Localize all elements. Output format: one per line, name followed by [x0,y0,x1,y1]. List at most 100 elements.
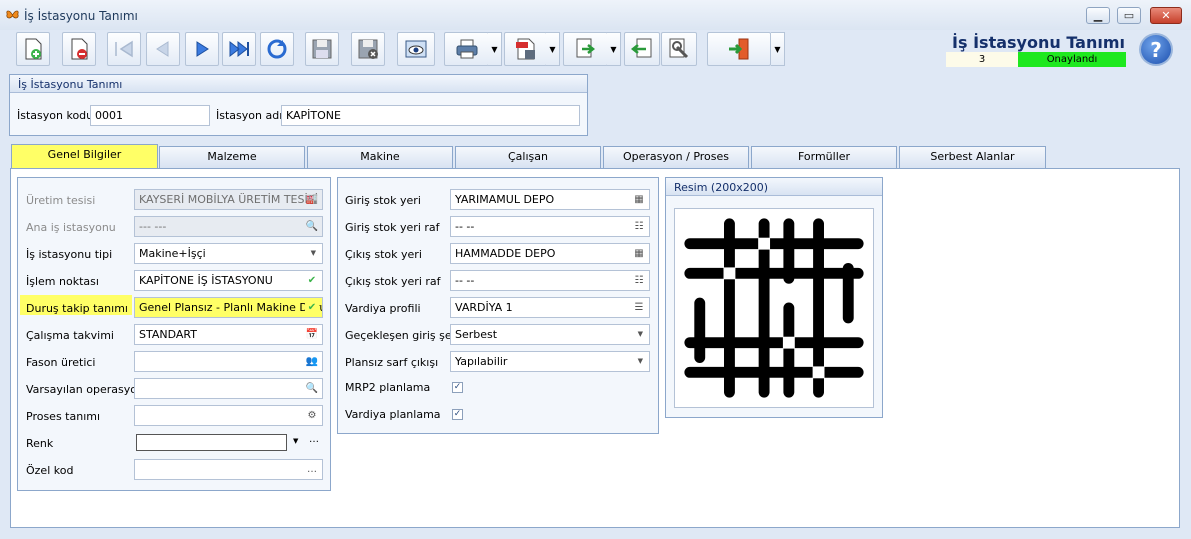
import-button[interactable] [624,32,660,66]
downtime-tracking-label: Duruş takip tanımı [26,302,128,315]
preview-icon [405,40,427,58]
special-code-label: Özel kod [26,464,74,477]
tab-genel-bilgiler[interactable]: Genel Bilgiler [11,144,158,169]
calendar-icon[interactable]: 📅 [305,328,319,341]
process-point-input[interactable]: KAPİTONE İŞ İSTASYONU ✔ [134,270,323,291]
refresh-button[interactable] [260,32,294,66]
preview-button[interactable] [397,32,435,66]
close-icon: ✕ [1161,9,1171,22]
save-icon [312,39,332,59]
input-stock-input[interactable]: YARIMAMUL DEPO ▦ [450,189,650,210]
tree-icon[interactable]: ☷ [632,220,646,233]
input-stock-value: YARIMAMUL DEPO [455,193,555,206]
maximize-button[interactable]: ▭ [1117,7,1141,24]
next-record-button[interactable] [185,32,219,66]
tab-formuller[interactable]: Formüller [751,146,897,168]
shift-profile-input[interactable]: VARDİYA 1 ☰ [450,297,650,318]
mrp2-planning-checkbox[interactable]: ✓ [452,382,463,393]
unplanned-consumption-value: Yapılabilir [455,355,508,368]
lookup-icon: 🔍 [305,221,319,232]
exit-dropdown[interactable]: ▼ [771,32,785,66]
window-title: İş İstasyonu Tanımı [24,9,138,23]
check-icon[interactable]: ✔ [305,274,319,287]
color-swatch[interactable] [136,434,287,451]
print-icon [456,39,477,59]
first-record-button[interactable] [107,32,141,66]
tab-makine[interactable]: Makine [307,146,453,168]
station-code-label: İstasyon kodu [17,109,94,122]
export-dropdown[interactable]: ▼ [607,32,621,66]
shift-planning-label: Vardiya planlama [345,408,441,421]
realized-input-select[interactable]: Serbest ▼ [450,324,650,345]
station-image[interactable] [674,208,874,408]
warehouse-icon[interactable]: ▦ [632,193,646,206]
station-type-label: İş istasyonu tipi [26,248,113,261]
default-operation-label: Varsayılan operasyon [26,383,144,396]
chevron-down-icon[interactable]: ▼ [293,437,298,445]
station-type-value: Makine+İşçi [139,247,206,260]
tab-serbest-alanlar[interactable]: Serbest Alanlar [899,146,1046,168]
chevron-down-icon: ▼ [637,357,643,365]
output-shelf-input[interactable]: -- -- ☷ [450,270,650,291]
default-operation-input[interactable]: 🔍 [134,378,323,399]
shift-profile-label: Vardiya profili [345,302,421,315]
exit-button[interactable] [707,32,771,66]
process-definition-input[interactable]: ⚙ [134,405,323,426]
process-lookup-icon[interactable]: ⚙ [305,409,319,422]
realized-input-value: Serbest [455,328,498,341]
new-button[interactable] [16,32,50,66]
list-icon[interactable]: ☰ [632,301,646,314]
station-code-input[interactable]: 0001 [90,105,210,126]
new-document-icon [25,38,42,60]
save-button[interactable] [305,32,339,66]
help-button[interactable]: ? [1139,33,1173,66]
unplanned-consumption-label: Plansız sarf çıkışı [345,356,439,369]
realized-input-label: Geçekleşen giriş şekli [345,329,465,342]
last-record-button[interactable] [222,32,256,66]
main-station-value: --- --- [139,220,167,233]
tab-operasyon-proses[interactable]: Operasyon / Proses [603,146,749,168]
input-shelf-input[interactable]: -- -- ☷ [450,216,650,237]
print-button[interactable] [444,32,489,66]
print-dropdown[interactable]: ▼ [488,32,502,66]
special-code-input[interactable]: … [134,459,323,480]
previous-record-button[interactable] [146,32,180,66]
tree-icon[interactable]: ☷ [632,274,646,287]
save-close-button[interactable] [351,32,385,66]
check-icon[interactable]: ✔ [305,301,319,314]
minimize-icon: ▁ [1093,9,1103,22]
lookup-icon[interactable]: 🔍 [305,382,319,395]
export-button[interactable] [563,32,608,66]
delete-button[interactable] [62,32,96,66]
output-stock-input[interactable]: HAMMADDE DEPO ▦ [450,243,650,264]
station-name-label: İstasyon adı [216,109,283,122]
minimize-button[interactable]: ▁ [1086,7,1110,24]
settings-icon [669,38,689,59]
tab-calisan[interactable]: Çalışan [455,146,601,168]
output-stock-value: HAMMADDE DEPO [455,247,556,260]
users-icon[interactable]: 👥 [305,355,319,368]
shift-planning-checkbox[interactable]: ✓ [452,409,463,420]
input-shelf-label: Giriş stok yeri raf [345,221,440,234]
station-type-select[interactable]: Makine+İşçi ▼ [134,243,323,264]
work-calendar-label: Çalışma takvimi [26,329,114,342]
work-calendar-input[interactable]: STANDART 📅 [134,324,323,345]
pdf-export-button[interactable] [504,32,547,66]
settings-button[interactable] [661,32,697,66]
warehouse-icon[interactable]: ▦ [632,247,646,260]
production-facility-input: KAYSERİ MOBİLYA ÜRETİM TESİSİ 🏭 [134,189,323,210]
station-name-input[interactable]: KAPİTONE [281,105,580,126]
previous-record-icon [156,41,169,57]
close-button[interactable]: ✕ [1150,7,1182,24]
downtime-tracking-input[interactable]: Genel Plansız - Planlı Makine Duruş ✔ [134,297,323,318]
pdf-dropdown[interactable]: ▼ [546,32,560,66]
header-title: İş İstasyonu Tanımı [952,33,1125,52]
subcontractor-input[interactable]: 👥 [134,351,323,372]
main-station-label: Ana iş istasyonu [26,221,116,234]
image-panel: Resim (200x200) [665,177,883,418]
tab-malzeme[interactable]: Malzeme [159,146,305,168]
ellipsis-icon[interactable]: … [309,434,319,445]
ellipsis-icon[interactable]: … [305,463,319,476]
unplanned-consumption-select[interactable]: Yapılabilir ▼ [450,351,650,372]
color-picker[interactable]: ▼ … [134,432,323,453]
